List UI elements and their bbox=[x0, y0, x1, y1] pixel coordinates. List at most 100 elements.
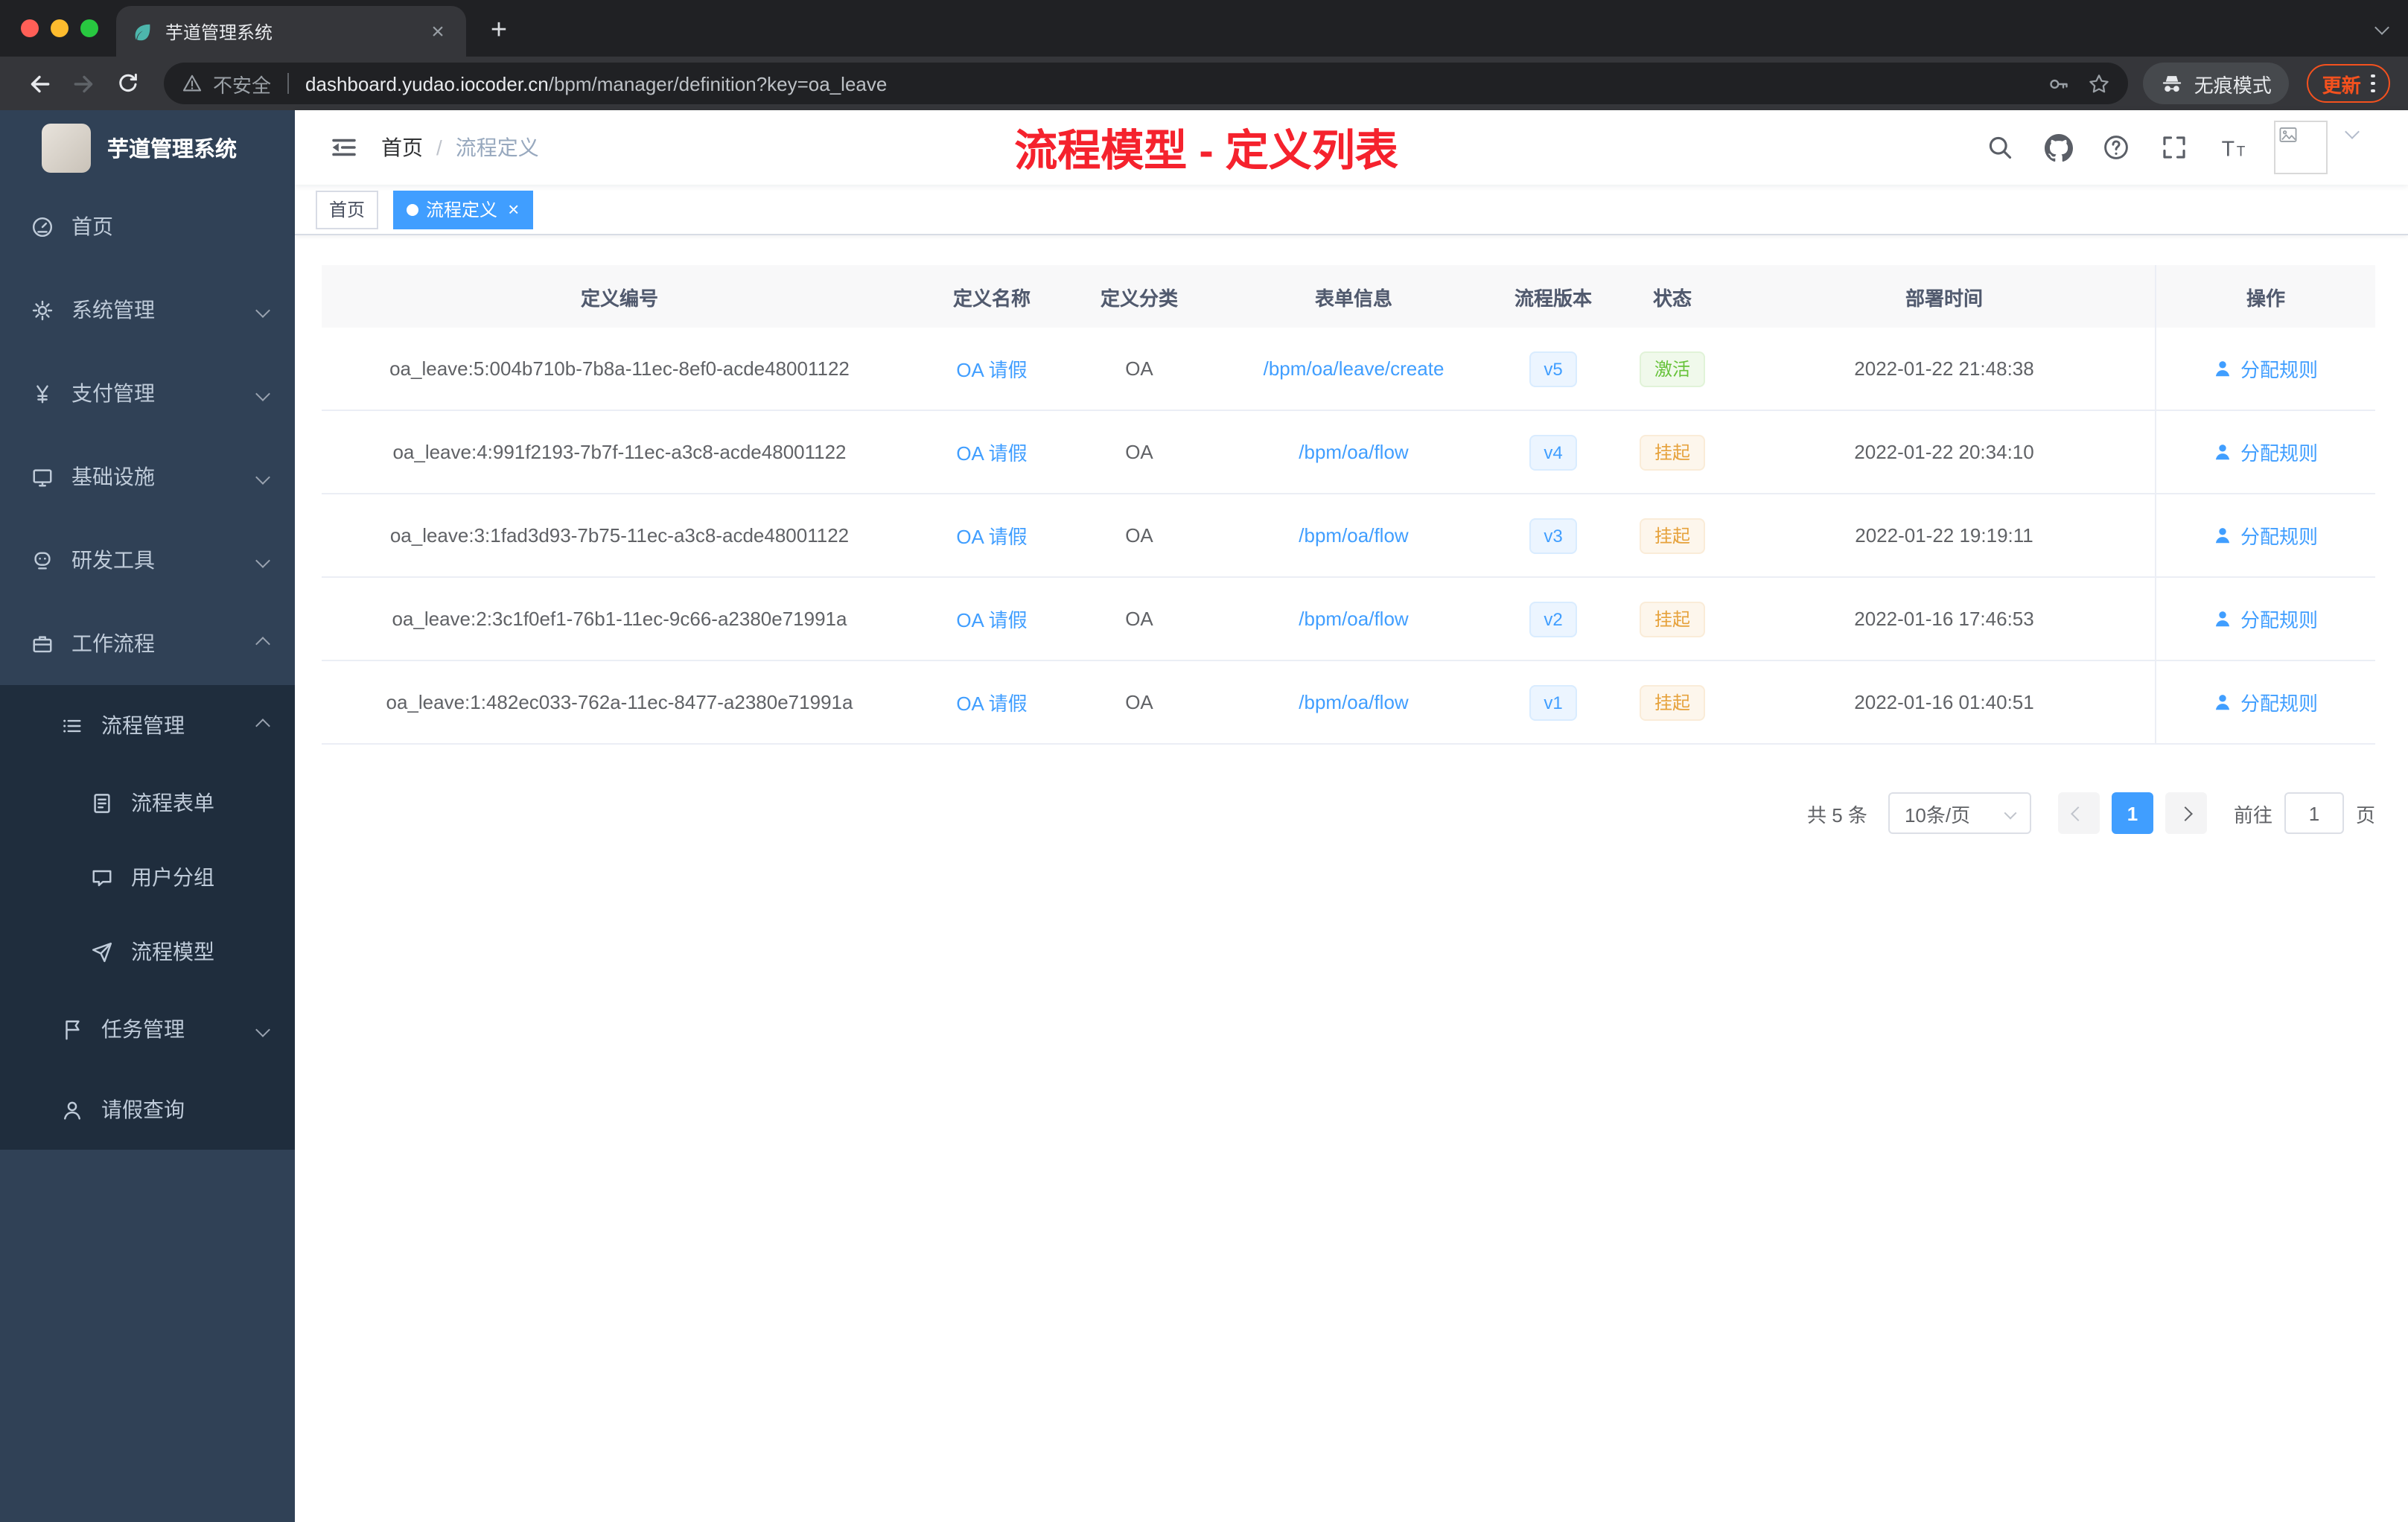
url-domain: dashboard.yudao.iocoder.cn bbox=[305, 72, 549, 95]
sidebar-item-9[interactable]: 流程模型 bbox=[0, 914, 295, 989]
header-actions: TT bbox=[1984, 121, 2408, 174]
main-area: 首页 / 流程定义 流程模型 - 定义列表 T T 首页 流程定义 × 定义编号… bbox=[295, 110, 2408, 1522]
definition-name-link[interactable]: OA 请假 bbox=[956, 521, 1027, 550]
minimize-window-button[interactable] bbox=[51, 19, 69, 37]
tag-label: 首页 bbox=[329, 200, 366, 220]
password-key-icon[interactable] bbox=[2048, 72, 2071, 95]
goto-page-input[interactable] bbox=[2284, 792, 2344, 834]
avatar[interactable] bbox=[2274, 121, 2328, 174]
reload-button[interactable] bbox=[107, 63, 149, 104]
cell-deploy-time: 2022-01-16 17:46:53 bbox=[1854, 608, 2034, 630]
sidebar-item-label: 研发工具 bbox=[71, 548, 155, 572]
avatar-caret-icon[interactable] bbox=[2345, 124, 2360, 139]
assign-rule-link[interactable]: 分配规则 bbox=[2214, 521, 2318, 550]
form-link[interactable]: /bpm/oa/flow bbox=[1299, 441, 1408, 463]
definition-name-link[interactable]: OA 请假 bbox=[956, 688, 1027, 716]
menu-kebab-icon[interactable] bbox=[2371, 74, 2375, 93]
sidebar-item-6[interactable]: 流程管理 bbox=[0, 685, 295, 765]
back-button[interactable] bbox=[18, 63, 60, 104]
new-tab-button[interactable]: + bbox=[478, 10, 520, 52]
chevron-down-icon bbox=[255, 302, 270, 317]
tag-process-definition[interactable]: 流程定义 × bbox=[393, 190, 533, 229]
assign-rule-link[interactable]: 分配规则 bbox=[2214, 354, 2318, 383]
table-row: oa_leave:1:482ec033-762a-11ec-8477-a2380… bbox=[322, 661, 2375, 745]
hamburger-icon[interactable] bbox=[319, 122, 369, 173]
cell-definition-id: oa_leave:1:482ec033-762a-11ec-8477-a2380… bbox=[386, 691, 853, 713]
github-icon[interactable] bbox=[2042, 131, 2074, 164]
incognito-spy-icon bbox=[2162, 72, 2184, 95]
next-page-button[interactable] bbox=[2165, 792, 2207, 834]
bookmark-star-icon[interactable] bbox=[2089, 72, 2111, 95]
breadcrumb-home[interactable]: 首页 bbox=[381, 133, 423, 162]
breadcrumb-current: 流程定义 bbox=[455, 136, 539, 159]
form-link[interactable]: /bpm/oa/flow bbox=[1299, 524, 1408, 547]
update-button[interactable]: 更新 bbox=[2307, 64, 2390, 103]
status-badge: 挂起 bbox=[1639, 434, 1705, 470]
prev-page-button[interactable] bbox=[2057, 792, 2100, 834]
sidebar-logo[interactable]: 芋道管理系统 bbox=[0, 110, 295, 185]
version-badge: v1 bbox=[1529, 684, 1578, 720]
url-path: /bpm/manager/definition?key=oa_leave bbox=[548, 72, 888, 95]
cell-category: OA bbox=[1125, 608, 1153, 630]
close-window-button[interactable] bbox=[21, 19, 39, 37]
assign-rule-link[interactable]: 分配规则 bbox=[2214, 438, 2318, 466]
page-size-select[interactable]: 10条/页 bbox=[1888, 792, 2031, 834]
version-badge: v2 bbox=[1529, 601, 1578, 637]
search-icon[interactable] bbox=[1984, 131, 2016, 164]
sidebar-item-7[interactable]: 流程表单 bbox=[0, 765, 295, 840]
sidebar-item-label: 支付管理 bbox=[71, 381, 155, 405]
assign-rule-link[interactable]: 分配规则 bbox=[2214, 688, 2318, 716]
table-row: oa_leave:3:1fad3d93-7b75-11ec-a3c8-acde4… bbox=[322, 494, 2375, 578]
sidebar-item-label: 基础设施 bbox=[71, 465, 155, 488]
person-icon bbox=[2214, 609, 2233, 628]
definition-name-link[interactable]: OA 请假 bbox=[956, 438, 1027, 466]
briefcase-icon bbox=[30, 632, 55, 655]
cell-deploy-time: 2022-01-22 21:48:38 bbox=[1854, 357, 2034, 380]
form-link[interactable]: /bpm/oa/leave/create bbox=[1264, 357, 1445, 380]
page-content: 定义编号 定义名称 定义分类 表单信息 流程版本 状态 部署时间 操作 oa_leave:5:… bbox=[295, 235, 2408, 1522]
breadcrumb: 首页 / 流程定义 bbox=[381, 133, 539, 162]
cell-category: OA bbox=[1125, 441, 1153, 463]
font-size-icon[interactable]: TT bbox=[2216, 131, 2249, 164]
fullscreen-icon[interactable] bbox=[2158, 131, 2191, 164]
sidebar-item-4[interactable]: 研发工具 bbox=[0, 518, 295, 602]
cell-deploy-time: 2022-01-22 20:34:10 bbox=[1854, 441, 2034, 463]
sidebar-item-10[interactable]: 任务管理 bbox=[0, 989, 295, 1069]
assign-rule-link[interactable]: 分配规则 bbox=[2214, 605, 2318, 633]
forward-button[interactable] bbox=[63, 63, 104, 104]
definition-name-link[interactable]: OA 请假 bbox=[956, 354, 1027, 383]
sidebar-item-3[interactable]: 基础设施 bbox=[0, 435, 295, 518]
person-icon bbox=[2214, 442, 2233, 462]
sidebar-item-2[interactable]: 支付管理 bbox=[0, 351, 295, 435]
sidebar-item-label: 工作流程 bbox=[71, 631, 155, 655]
page-1-button[interactable]: 1 bbox=[2111, 792, 2153, 834]
tab-search-chevron-icon[interactable] bbox=[2374, 20, 2389, 35]
form-link[interactable]: /bpm/oa/flow bbox=[1299, 608, 1408, 630]
browser-tab[interactable]: 芋道管理系统 × bbox=[116, 6, 466, 57]
logo-title: 芋道管理系统 bbox=[107, 138, 237, 162]
sidebar-item-0[interactable]: 首页 bbox=[0, 185, 295, 268]
sidebar-item-5[interactable]: 工作流程 bbox=[0, 602, 295, 685]
pagination: 共 5 条 10条/页 1 前往 页 bbox=[322, 792, 2375, 834]
maximize-window-button[interactable] bbox=[80, 19, 98, 37]
form-link[interactable]: /bpm/oa/flow bbox=[1299, 691, 1408, 713]
cell-deploy-time: 2022-01-16 01:40:51 bbox=[1854, 691, 2034, 713]
definition-name-link[interactable]: OA 请假 bbox=[956, 605, 1027, 633]
help-icon[interactable] bbox=[2100, 131, 2133, 164]
sidebar-item-label: 任务管理 bbox=[101, 1017, 185, 1041]
tag-home[interactable]: 首页 bbox=[316, 190, 379, 229]
column-header-7: 操作 bbox=[2155, 265, 2375, 328]
column-header-0: 定义编号 bbox=[580, 287, 658, 309]
person-icon bbox=[2214, 359, 2233, 378]
chevron-up-icon bbox=[255, 636, 270, 651]
tag-close-icon[interactable]: × bbox=[508, 200, 519, 219]
address-bar[interactable]: 不安全 dashboard.yudao.iocoder.cn/bpm/manag… bbox=[164, 63, 2129, 104]
security-label[interactable]: 不安全 bbox=[213, 69, 271, 98]
tab-close-icon[interactable]: × bbox=[424, 18, 451, 45]
broken-image-icon bbox=[2278, 125, 2298, 144]
sidebar-item-1[interactable]: 系统管理 bbox=[0, 268, 295, 351]
definition-table: 定义编号 定义名称 定义分类 表单信息 流程版本 状态 部署时间 操作 oa_leave:5:… bbox=[322, 265, 2375, 745]
chevron-down-icon bbox=[255, 553, 270, 567]
sidebar-item-8[interactable]: 用户分组 bbox=[0, 840, 295, 914]
sidebar-item-11[interactable]: 请假查询 bbox=[0, 1069, 295, 1150]
